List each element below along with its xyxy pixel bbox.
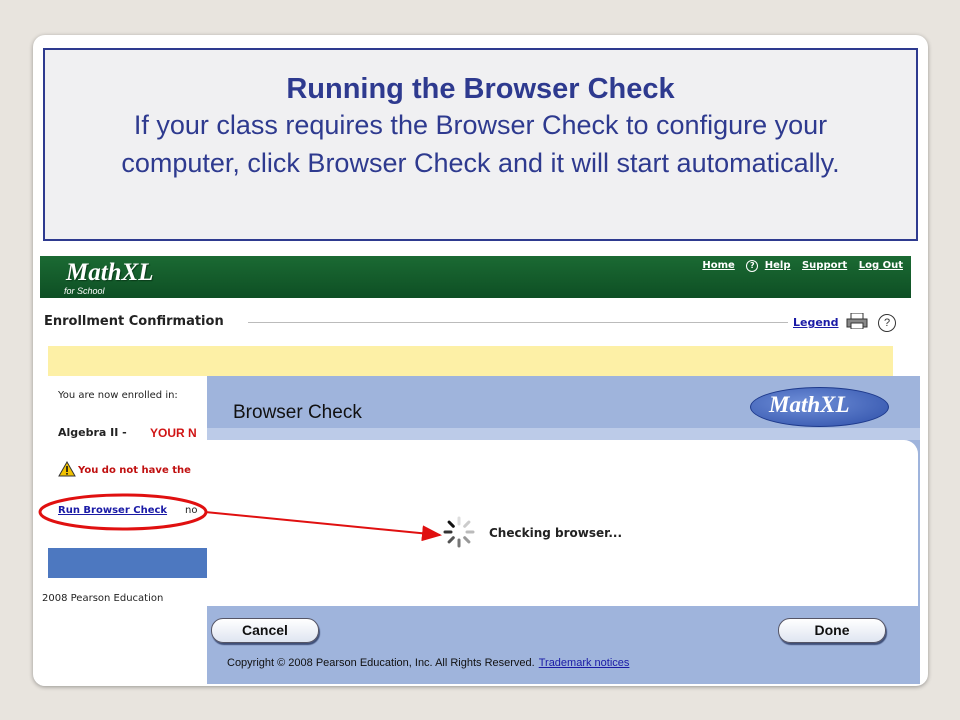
- page-title: Enrollment Confirmation: [44, 314, 224, 329]
- title-divider: [248, 322, 788, 323]
- status-text: Checking browser...: [489, 526, 623, 540]
- enrolled-text: You are now enrolled in:: [58, 390, 178, 401]
- dialog-logo: MathXL: [750, 387, 889, 427]
- dialog-stripe: [207, 428, 920, 440]
- support-link[interactable]: Support: [802, 260, 847, 271]
- logo-subtitle: for School: [64, 286, 105, 296]
- dialog-title: Browser Check: [233, 402, 362, 423]
- course-owner: YOUR N: [150, 426, 197, 440]
- slide: Running the Browser Check If your class …: [33, 35, 928, 686]
- footer-bar: [48, 548, 218, 578]
- dialog-logo-text: MathXL: [769, 392, 850, 417]
- run-browser-check-link[interactable]: Run Browser Check: [58, 505, 167, 516]
- page-copyright: 2008 Pearson Education: [42, 593, 164, 604]
- home-link[interactable]: Home: [702, 260, 734, 271]
- logout-link[interactable]: Log Out: [859, 260, 903, 271]
- dialog-content: Checking browser...: [207, 440, 918, 606]
- warning-text: You do not have the: [78, 465, 191, 476]
- notice-bar: [48, 346, 893, 376]
- instruction-callout: Running the Browser Check If your class …: [43, 48, 918, 241]
- dialog-copyright: Copyright © 2008 Pearson Education, Inc.…: [227, 657, 630, 669]
- top-links: Home ? Help Support Log Out: [694, 260, 903, 272]
- spinner-icon: [443, 516, 475, 548]
- top-nav-bar: MathXL for School Home ? Help Support Lo…: [40, 256, 911, 298]
- page-help-icon[interactable]: ?: [878, 314, 896, 332]
- legend-link[interactable]: Legend: [793, 316, 839, 329]
- warning-icon: [58, 461, 76, 477]
- help-link[interactable]: Help: [765, 260, 791, 271]
- help-icon[interactable]: ?: [746, 260, 759, 272]
- done-button[interactable]: Done: [778, 618, 886, 643]
- cancel-button[interactable]: Cancel: [211, 618, 319, 643]
- mathxl-page: MathXL for School Home ? Help Support Lo…: [40, 256, 920, 686]
- trademark-link[interactable]: Trademark notices: [539, 657, 630, 669]
- callout-title: Running the Browser Check: [286, 73, 675, 105]
- logo-text: MathXL: [66, 259, 154, 286]
- mathxl-logo[interactable]: MathXL for School: [60, 259, 220, 297]
- browser-check-dialog: Browser Check MathXL Checking browser...…: [207, 376, 920, 684]
- run-link-trailing-text: no: [185, 505, 198, 516]
- course-name: Algebra II -: [58, 426, 127, 439]
- printer-icon[interactable]: [846, 313, 868, 329]
- callout-body: If your class requires the Browser Check…: [121, 110, 840, 178]
